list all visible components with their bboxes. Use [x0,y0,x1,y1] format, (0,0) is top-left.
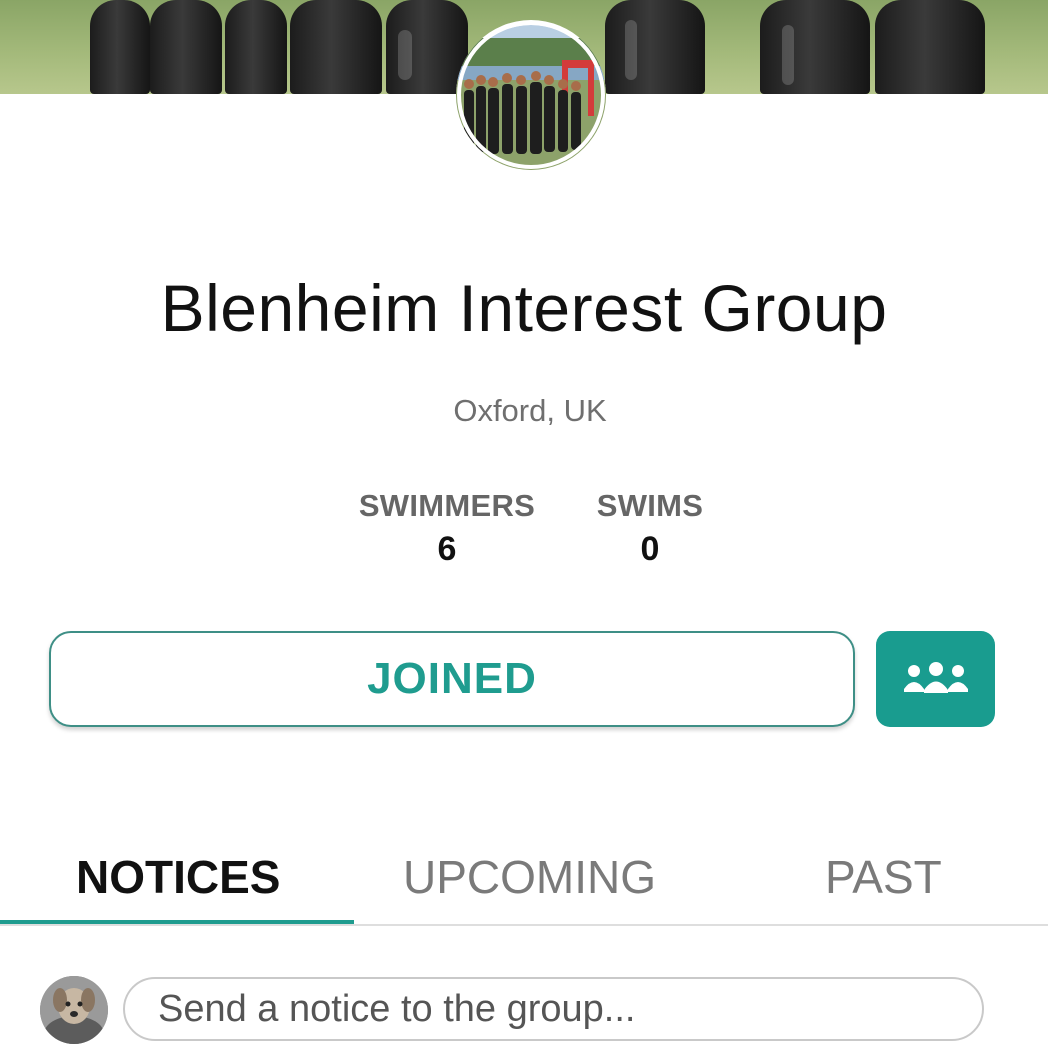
members-button[interactable] [876,631,995,727]
active-tab-indicator [0,920,354,924]
group-avatar [456,20,606,170]
swims-label: SWIMS [596,488,704,523]
tab-notices[interactable]: NOTICES [76,850,280,904]
joined-button[interactable]: JOINED [49,631,855,727]
group-name: Blenheim Interest Group [160,271,888,345]
group-members-icon [903,662,968,693]
user-avatar [40,976,108,1044]
group-location: Oxford, UK [453,393,607,428]
tab-upcoming[interactable]: UPCOMING [403,850,656,904]
swims-count: 0 [640,530,660,568]
swimmers-label: SWIMMERS [358,488,536,523]
swimmers-stat: SWIMMERS 6 [350,488,544,569]
group-page: Blenheim Interest Group Oxford, UK SWIMM… [0,0,1048,1048]
tab-past[interactable]: PAST [825,850,942,904]
joined-button-label: JOINED [367,654,537,703]
tab-bar: NOTICES UPCOMING PAST [0,840,1048,926]
swims-stat: SWIMS 0 [588,488,712,569]
notice-input[interactable] [123,977,984,1041]
swimmers-count: 6 [437,530,457,568]
